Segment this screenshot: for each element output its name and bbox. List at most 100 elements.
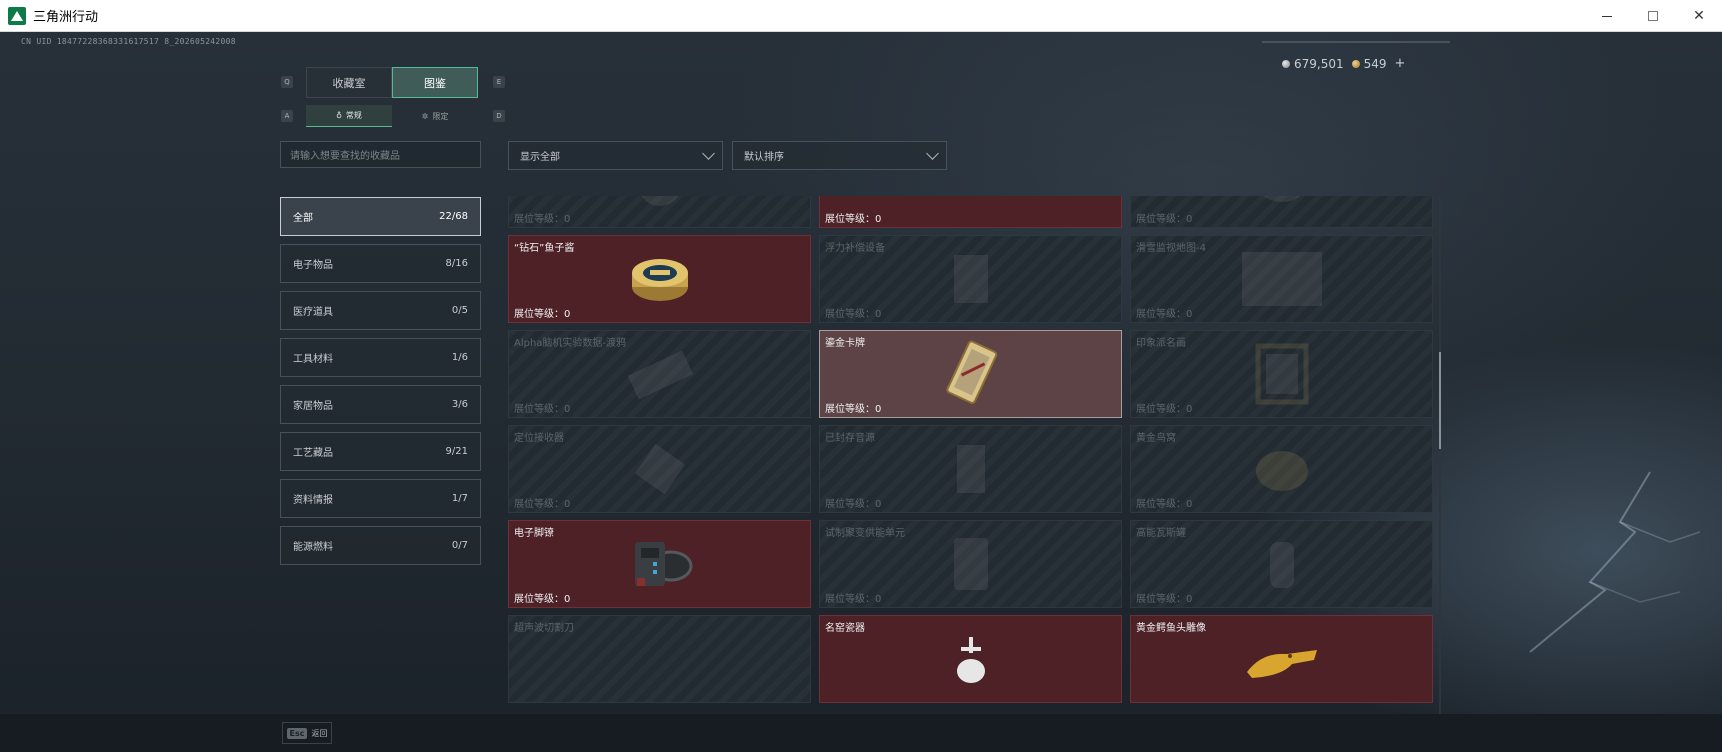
category-list: 全部 22/68 电子物品 8/16 医疗道具 0/5 工具材料 1/6 家居物… (280, 197, 481, 573)
esc-key-hint: Esc (286, 727, 308, 739)
minimize-button[interactable] (1584, 0, 1630, 32)
collection-card[interactable]: 浮力补偿设备 展位等级：0 (819, 235, 1122, 323)
regular-icon: ♁ (336, 111, 342, 120)
back-button[interactable]: Esc 返回 (282, 722, 332, 744)
chevron-down-icon (702, 146, 715, 160)
category-label: 工艺藏品 (293, 448, 333, 459)
item-art-icon (1262, 196, 1301, 202)
category-count: 22/68 (439, 211, 468, 222)
subtab-regular-label: 常规 (345, 111, 362, 120)
card-level: 展位等级：0 (825, 214, 882, 225)
collection-card[interactable]: 定位接收器 展位等级：0 (508, 425, 811, 513)
electronic-anklet-icon (634, 542, 692, 586)
category-count: 1/6 (451, 352, 468, 363)
category-intel[interactable]: 资料情报 1/7 (280, 479, 481, 518)
category-count: 0/5 (451, 305, 468, 316)
collection-card[interactable]: 电子脚镣 展位等级：0 (508, 520, 811, 608)
header-divider (1262, 41, 1450, 43)
category-electronics[interactable]: 电子物品 8/16 (280, 244, 481, 283)
card-name: 滑雪监视地图-4 (1136, 243, 1206, 254)
card-level: 展位等级：0 (1136, 404, 1193, 415)
category-label: 工具材料 (293, 354, 333, 365)
collection-card[interactable]: “钻石”鱼子酱 展位等级：0 (508, 235, 811, 323)
card-level: 展位等级：0 (514, 309, 571, 320)
card-level: 展位等级：0 (825, 309, 882, 320)
add-currency-button[interactable]: + (1395, 56, 1406, 71)
sort-dropdown[interactable]: 默认排序 (732, 141, 947, 170)
user-uid: CN UID 18477228368331617517 8_2026052420… (21, 37, 236, 46)
card-level: 展位等级：0 (825, 499, 882, 510)
collection-card[interactable]: 展位等级：0 (508, 196, 811, 228)
limited-icon: ✲ (421, 111, 429, 121)
collection-card[interactable]: 名窑瓷器 (819, 615, 1122, 703)
gold-currency: 549 + (1351, 56, 1406, 71)
collection-card[interactable]: 超声波切割刀 (508, 615, 811, 703)
minimize-icon (1602, 15, 1612, 17)
subtab-regular[interactable]: ♁ 常规 (306, 105, 392, 127)
maximize-button[interactable] (1630, 0, 1676, 32)
display-filter-dropdown[interactable]: 显示全部 (508, 141, 723, 170)
category-label: 全部 (293, 213, 313, 224)
game-viewport: CN UID 18477228368331617517 8_2026052420… (0, 32, 1722, 752)
main-tabs: 收藏室 图鉴 (306, 67, 478, 98)
app-logo-icon (8, 6, 26, 25)
card-name: 高能瓦斯罐 (1136, 528, 1186, 539)
item-art-icon (1255, 451, 1308, 491)
card-level: 展位等级：0 (514, 499, 571, 510)
item-art-icon (641, 196, 678, 206)
tab-codex[interactable]: 图鉴 (392, 67, 478, 98)
search-input[interactable]: 请输入想要查找的收藏品 (280, 141, 481, 168)
display-filter-value: 显示全部 (520, 152, 560, 163)
category-crafts[interactable]: 工艺藏品 9/21 (280, 432, 481, 471)
silver-currency: 679,501 (1282, 57, 1344, 71)
tab-collection-room[interactable]: 收藏室 (306, 67, 392, 98)
collection-card[interactable]: 黄金鳄鱼头雕像 (1130, 615, 1433, 703)
collection-card[interactable]: Alpha脑机实验数据-渡鸦 展位等级：0 (508, 330, 811, 418)
currency-display: 679,501 549 + (1282, 56, 1405, 71)
grid-scrollbar-thumb[interactable] (1439, 352, 1441, 449)
collection-card[interactable]: 高能瓦斯罐 展位等级：0 (1130, 520, 1433, 608)
category-count: 9/21 (445, 446, 468, 457)
lightning-decoration (1529, 471, 1700, 653)
category-medical[interactable]: 医疗道具 0/5 (280, 291, 481, 330)
card-name: 黄金鸟窝 (1136, 433, 1176, 444)
card-level: 展位等级：0 (825, 594, 882, 605)
collection-card[interactable]: 展位等级：0 (1130, 196, 1433, 228)
collection-card[interactable]: 已封存音源 展位等级：0 (819, 425, 1122, 513)
porcelain-icon (956, 637, 985, 683)
item-art-icon (634, 443, 685, 495)
card-name: “钻石”鱼子酱 (514, 243, 575, 254)
bottom-bar (0, 714, 1722, 752)
card-level: 展位等级：0 (1136, 214, 1193, 225)
window-titlebar: 三角洲行动 ✕ (0, 0, 1722, 32)
category-all[interactable]: 全部 22/68 (280, 197, 481, 236)
chevron-down-icon (926, 146, 939, 160)
silver-coin-icon (1282, 59, 1290, 68)
category-label: 家居物品 (293, 401, 333, 412)
collection-card[interactable]: 黄金鸟窝 展位等级：0 (1130, 425, 1433, 513)
category-household[interactable]: 家居物品 3/6 (280, 385, 481, 424)
card-name: 名窑瓷器 (825, 623, 865, 634)
collection-grid: 展位等级：0 展位等级：0 展位等级：0 “钻石”鱼子酱 展位等级：0 浮力补偿… (508, 196, 1433, 703)
category-tools[interactable]: 工具材料 1/6 (280, 338, 481, 377)
subtab-limited-label: 限定 (432, 111, 449, 121)
gold-coin-icon (1351, 59, 1360, 68)
collection-card[interactable]: 展位等级：0 (819, 196, 1122, 228)
subtab-limited[interactable]: ✲ 限定 (392, 105, 478, 127)
close-button[interactable]: ✕ (1676, 0, 1722, 32)
card-name: 试制聚变供能单元 (825, 528, 905, 539)
collection-card[interactable]: 鎏金卡牌 展位等级：0 (819, 330, 1122, 418)
collection-card[interactable]: 印象派名画 展位等级：0 (1130, 330, 1433, 418)
collection-card[interactable]: 试制聚变供能单元 展位等级：0 (819, 520, 1122, 608)
maximize-icon (1648, 11, 1658, 21)
item-art-icon (1241, 252, 1322, 306)
category-energy[interactable]: 能源燃料 0/7 (280, 526, 481, 565)
grid-scrollbar-track[interactable] (1439, 196, 1441, 717)
card-name: 鎏金卡牌 (825, 338, 865, 349)
card-name: Alpha脑机实验数据-渡鸦 (514, 338, 627, 349)
card-name: 印象派名画 (1136, 338, 1186, 349)
collection-card[interactable]: 滑雪监视地图-4 展位等级：0 (1130, 235, 1433, 323)
category-count: 8/16 (445, 258, 468, 269)
category-count: 0/7 (451, 540, 468, 551)
collection-grid-viewport[interactable]: 展位等级：0 展位等级：0 展位等级：0 “钻石”鱼子酱 展位等级：0 浮力补偿… (508, 196, 1434, 717)
